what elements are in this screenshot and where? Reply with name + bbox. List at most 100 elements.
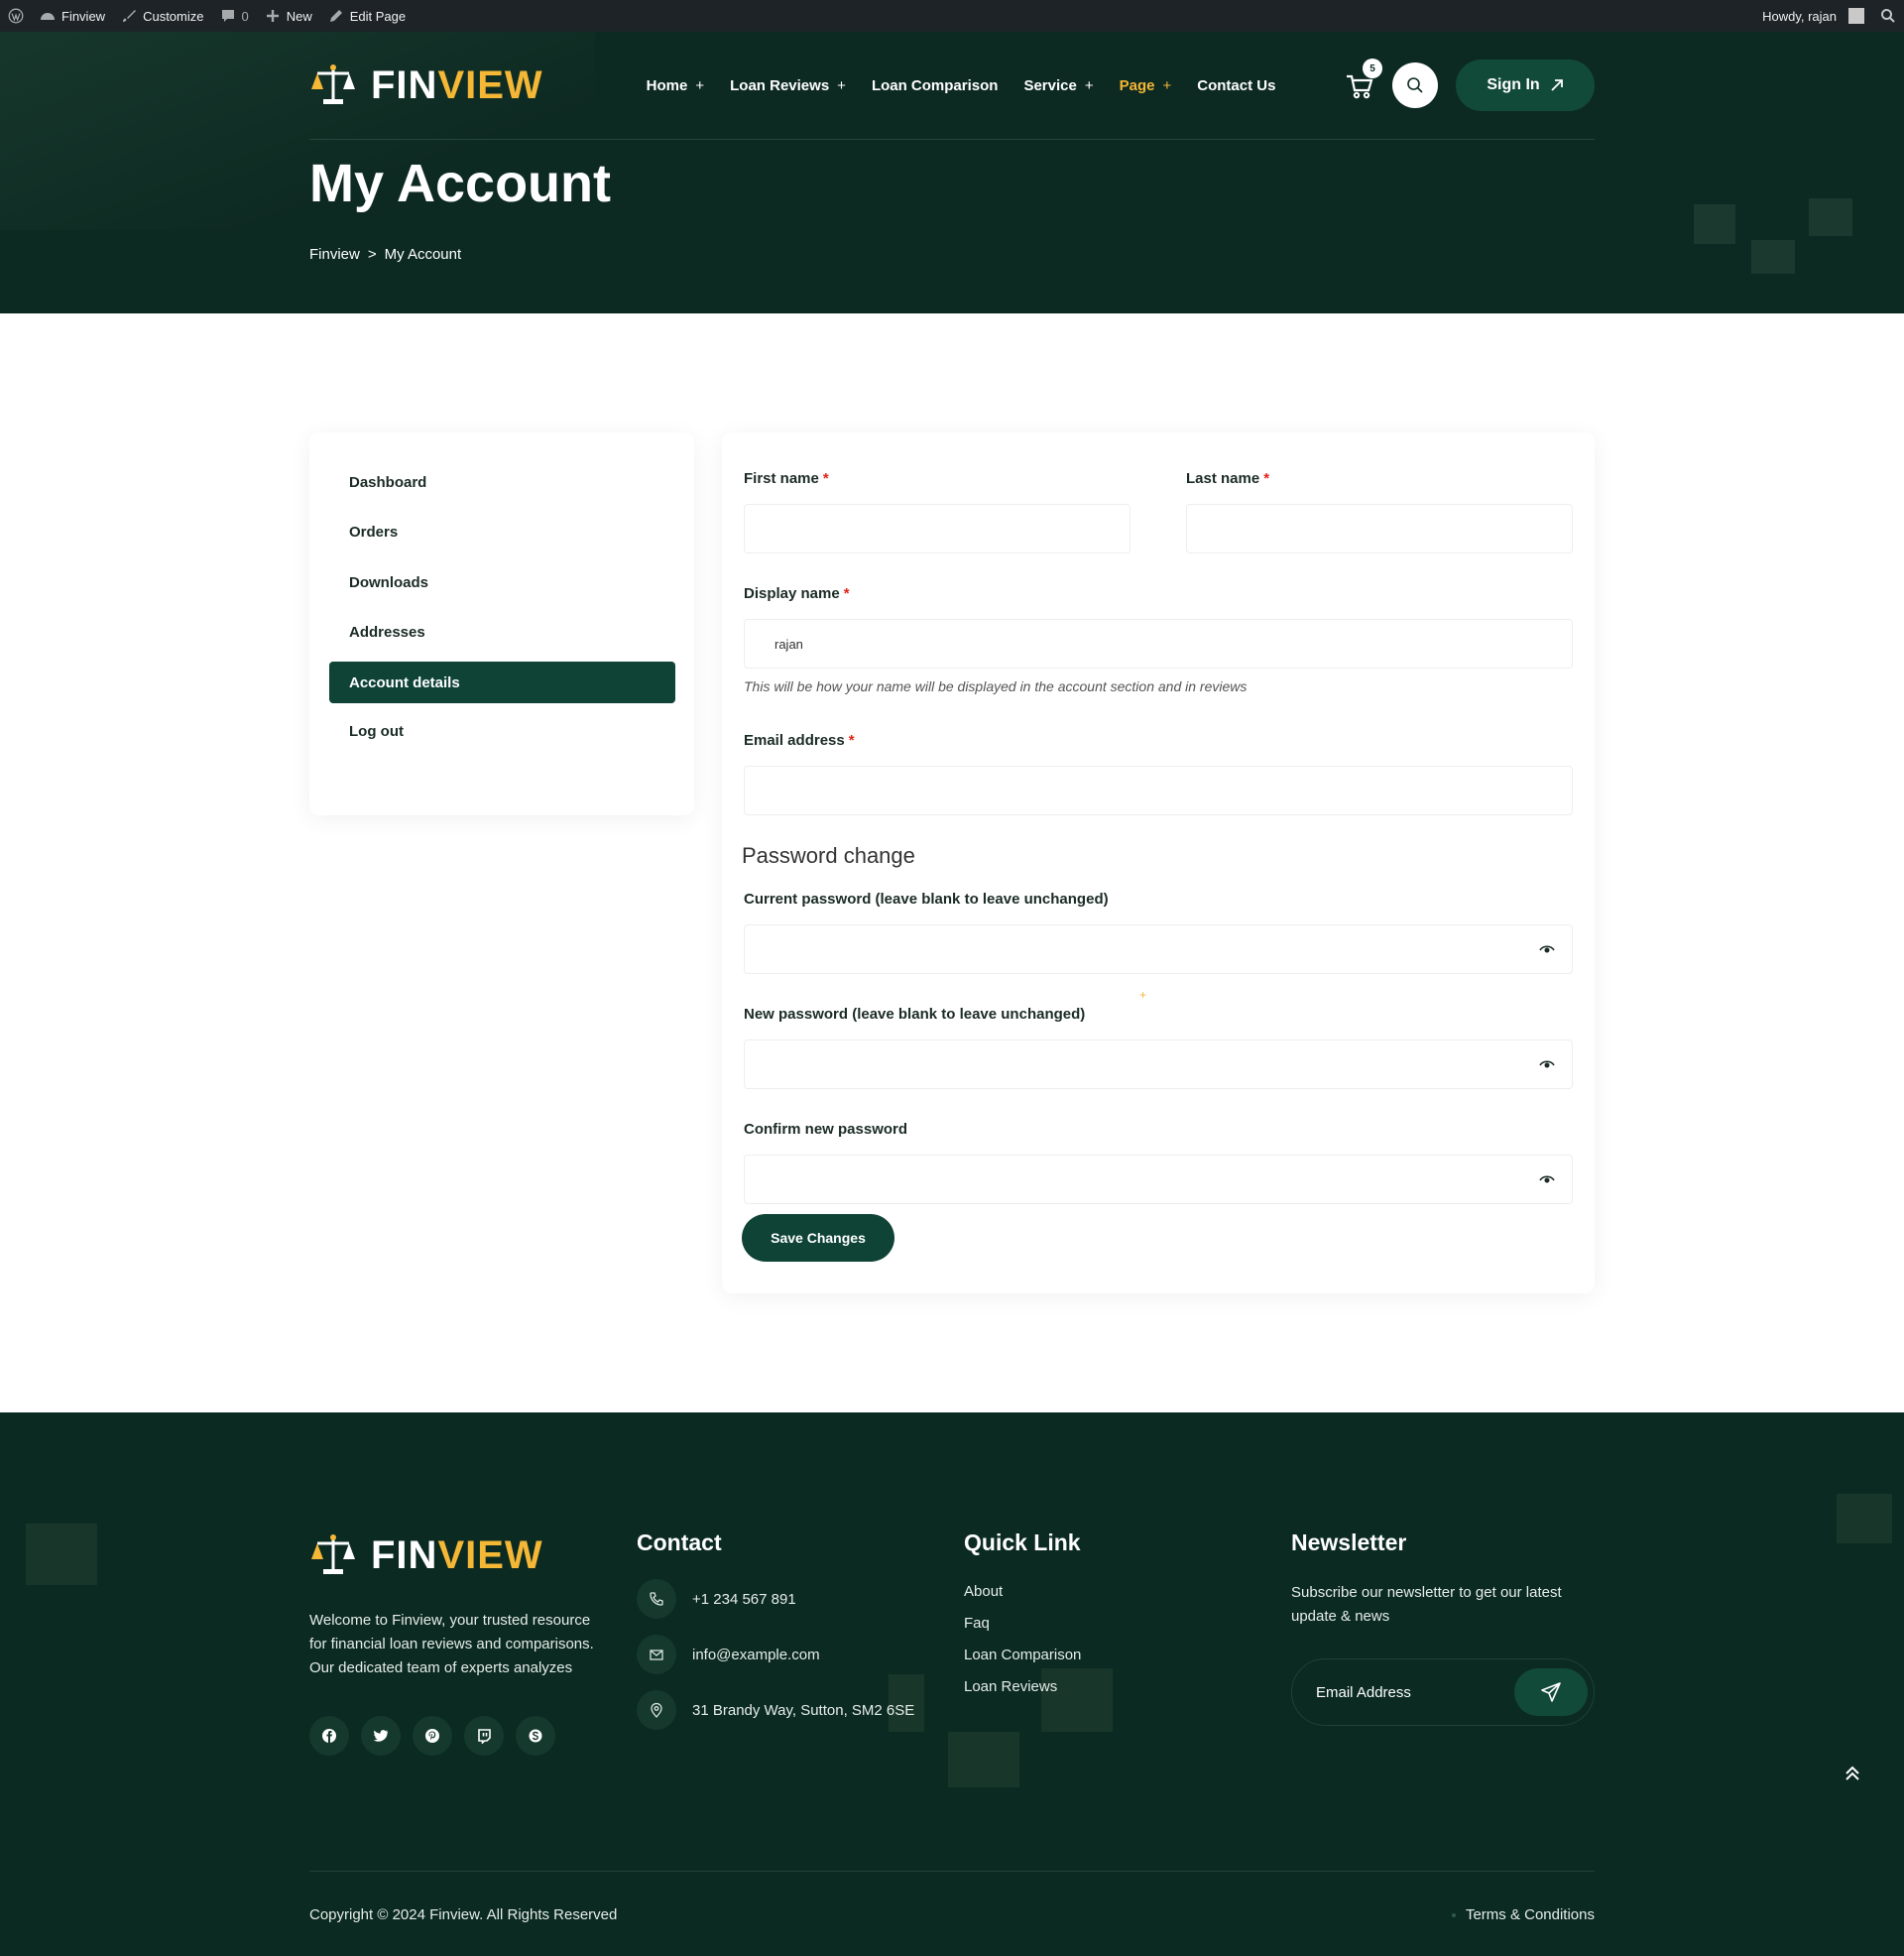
admin-howdy-label: Howdy, rajan xyxy=(1762,8,1837,24)
nav-label: Service xyxy=(1023,76,1077,94)
newsletter-submit-button[interactable] xyxy=(1514,1668,1588,1716)
nav-label: Page xyxy=(1119,76,1155,94)
pencil-icon xyxy=(328,8,344,24)
nav-item-page[interactable]: Page + xyxy=(1120,77,1172,94)
admin-site-link[interactable]: Finview xyxy=(32,0,113,32)
breadcrumb: Finview > My Account xyxy=(309,246,461,263)
plus-icon: + xyxy=(695,76,705,94)
terms-link[interactable]: Terms & Conditions xyxy=(1451,1906,1595,1923)
account-nav-addresses[interactable]: Addresses xyxy=(329,611,675,653)
skype-icon xyxy=(529,1729,542,1743)
confirm-password-field[interactable] xyxy=(744,1155,1573,1204)
account-navigation: Dashboard Orders Downloads Addresses Acc… xyxy=(309,432,694,815)
account-nav-orders[interactable]: Orders xyxy=(329,511,675,552)
newsletter-email-input[interactable]: Email Address xyxy=(1316,1684,1411,1701)
logo-view: VIEW xyxy=(437,1532,543,1577)
quick-link-loan-reviews[interactable]: Loan Reviews xyxy=(964,1678,1057,1695)
twitter-link[interactable] xyxy=(361,1716,401,1756)
new-password-field[interactable] xyxy=(744,1039,1573,1089)
nav-item-service[interactable]: Service + xyxy=(1023,77,1093,94)
last-name-label: Last name * xyxy=(1186,470,1269,487)
admin-comments-count: 0 xyxy=(241,8,249,24)
brush-icon xyxy=(121,8,137,24)
breadcrumb-home[interactable]: Finview xyxy=(309,246,360,263)
search-icon xyxy=(1407,77,1423,93)
nav-label: Home xyxy=(646,76,688,94)
email-label: Email address * xyxy=(744,732,855,749)
quick-link-about[interactable]: About xyxy=(964,1583,1003,1600)
header-search-button[interactable] xyxy=(1392,62,1438,108)
admin-search-button[interactable] xyxy=(1872,0,1904,32)
newsletter-form: Email Address xyxy=(1291,1658,1595,1726)
admin-account-menu[interactable]: Howdy, rajan xyxy=(1754,0,1872,32)
display-name-field[interactable]: rajan xyxy=(744,619,1573,669)
email-field[interactable] xyxy=(744,766,1573,815)
confirm-password-label: Confirm new password xyxy=(744,1121,908,1138)
contact-address: 31 Brandy Way, Sutton, SM2 6SE xyxy=(637,1690,914,1730)
account-nav-dashboard[interactable]: Dashboard xyxy=(329,461,675,503)
first-name-field[interactable] xyxy=(744,504,1130,553)
cart-count-badge: 5 xyxy=(1363,59,1382,78)
send-icon xyxy=(1541,1682,1561,1702)
required-mark: * xyxy=(848,732,855,749)
eye-icon[interactable] xyxy=(1538,1171,1556,1189)
sign-in-button[interactable]: Sign In xyxy=(1456,60,1595,111)
admin-edit-page-link[interactable]: Edit Page xyxy=(320,0,414,32)
contact-phone[interactable]: +1 234 567 891 xyxy=(637,1579,796,1619)
admin-new-link[interactable]: New xyxy=(257,0,320,32)
site-logo[interactable]: FINVIEW xyxy=(309,61,543,109)
skype-link[interactable] xyxy=(516,1716,555,1756)
admin-comments-link[interactable]: 0 xyxy=(212,0,257,32)
location-icon xyxy=(637,1690,676,1730)
eye-icon[interactable] xyxy=(1538,1056,1556,1074)
first-name-label: First name * xyxy=(744,470,829,487)
twitch-link[interactable] xyxy=(464,1716,504,1756)
required-mark: * xyxy=(1263,470,1270,487)
facebook-link[interactable] xyxy=(309,1716,349,1756)
hero-decoration xyxy=(1694,204,1735,244)
footer-logo[interactable]: FINVIEW xyxy=(309,1531,543,1579)
current-password-field[interactable] xyxy=(744,924,1573,974)
admin-site-label: Finview xyxy=(61,8,106,24)
wordpress-menu[interactable] xyxy=(0,0,32,32)
last-name-field[interactable] xyxy=(1186,504,1573,553)
plus-icon: + xyxy=(1162,76,1172,94)
account-nav-account-details[interactable]: Account details xyxy=(329,662,675,703)
account-nav-logout[interactable]: Log out xyxy=(329,710,675,752)
plus-icon: + xyxy=(1139,988,1147,1002)
nav-item-loan-comparison[interactable]: Loan Comparison xyxy=(872,77,999,94)
save-changes-button[interactable]: Save Changes xyxy=(742,1214,894,1262)
account-nav-downloads[interactable]: Downloads xyxy=(329,561,675,603)
nav-item-contact[interactable]: Contact Us xyxy=(1197,77,1275,94)
hero-decoration xyxy=(1751,240,1795,274)
account-details-form: First name * Last name * Display name * raj… xyxy=(722,432,1595,1293)
cart-button[interactable]: 5 xyxy=(1345,59,1382,100)
terms-label: Terms & Conditions xyxy=(1465,1906,1595,1923)
search-icon xyxy=(1880,8,1896,24)
admin-customize-link[interactable]: Customize xyxy=(113,0,211,32)
scales-logo-icon xyxy=(311,64,355,104)
newsletter-description: Subscribe our newsletter to get our late… xyxy=(1291,1584,1562,1625)
contact-email[interactable]: info@example.com xyxy=(637,1635,820,1674)
nav-label: Contact Us xyxy=(1197,76,1276,94)
quick-link-faq[interactable]: Faq xyxy=(964,1615,990,1632)
eye-icon[interactable] xyxy=(1538,941,1556,959)
facebook-icon xyxy=(322,1729,336,1743)
password-change-heading: Password change xyxy=(742,843,915,868)
arrow-up-right-icon xyxy=(1551,79,1563,91)
contact-address-text: 31 Brandy Way, Sutton, SM2 6SE xyxy=(692,1701,915,1719)
quick-link-loan-comparison[interactable]: Loan Comparison xyxy=(964,1647,1081,1663)
breadcrumb-current: My Account xyxy=(384,246,462,263)
back-to-top-button[interactable] xyxy=(1841,1762,1864,1785)
display-name-label: Display name * xyxy=(744,585,850,602)
pinterest-link[interactable] xyxy=(413,1716,452,1756)
nav-item-home[interactable]: Home + xyxy=(647,77,704,94)
footer-newsletter-heading: Newsletter xyxy=(1291,1529,1407,1555)
footer-quick-link-heading: Quick Link xyxy=(964,1529,1081,1555)
nav-label: Loan Reviews xyxy=(730,76,830,94)
admin-bar: Finview Customize 0 New Edit Page Howdy,… xyxy=(0,0,1904,32)
nav-item-loan-reviews[interactable]: Loan Reviews + xyxy=(730,77,846,94)
plus-icon: + xyxy=(837,76,846,94)
contact-email-text: info@example.com xyxy=(692,1646,820,1663)
last-name-label-text: Last name xyxy=(1186,470,1260,487)
